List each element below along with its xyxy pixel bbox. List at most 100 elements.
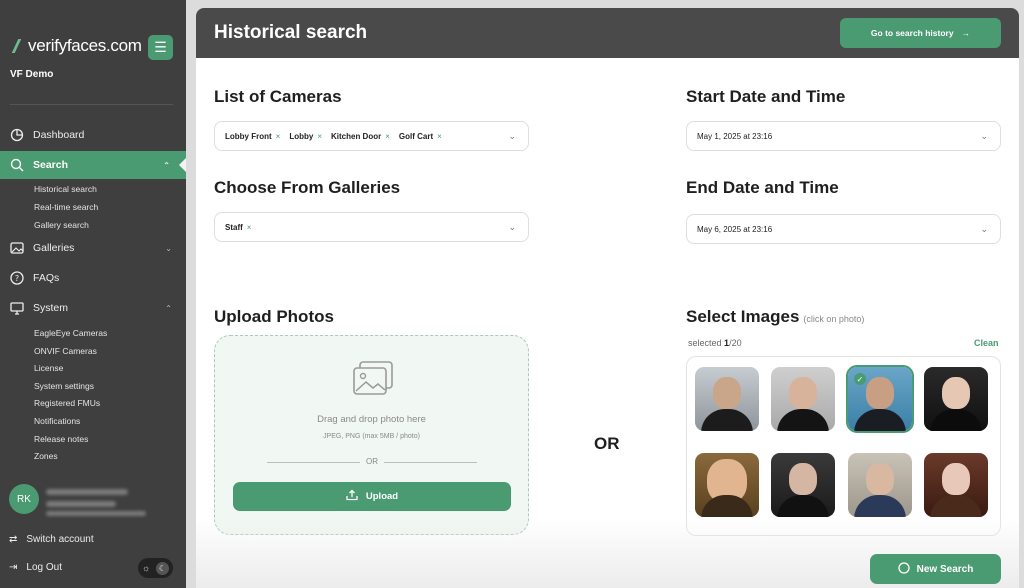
logout-label: Log Out: [26, 562, 62, 573]
chevron-down-icon: ⌄: [508, 222, 516, 232]
face-thumbnail[interactable]: [771, 367, 835, 431]
upload-icon: [346, 489, 358, 504]
sidebar-subitem-zones[interactable]: Zones: [34, 451, 58, 461]
upload-title: Upload Photos: [214, 307, 334, 326]
sidebar-subitem-notifications[interactable]: Notifications: [34, 416, 80, 426]
remove-chip-icon[interactable]: ×: [385, 132, 390, 141]
menu-toggle-button[interactable]: ☰: [148, 35, 173, 60]
moon-icon: ☾: [156, 561, 169, 575]
upload-button-label: Upload: [365, 491, 399, 502]
camera-chip: Lobby ×: [289, 132, 322, 141]
sidebar-subitem-gallery-search[interactable]: Gallery search: [34, 220, 89, 230]
or-divider: OR: [594, 434, 620, 453]
monitor-icon: [9, 300, 25, 316]
brand-logo[interactable]: verifyfaces.com: [10, 36, 142, 56]
or-separator: OR: [360, 457, 384, 466]
sidebar-subitem-eagleeye-cameras[interactable]: EagleEye Cameras: [34, 328, 107, 338]
sidebar-subitem-registered-fmus[interactable]: Registered FMUs: [34, 398, 100, 408]
end-date-value: May 6, 2025 at 23:16: [697, 224, 773, 234]
remove-chip-icon[interactable]: ×: [437, 132, 442, 141]
face-thumbnail[interactable]: [848, 453, 912, 517]
image-gallery: ✓: [686, 356, 1001, 536]
format-hint: JPEG, PNG (max 5MB / photo): [323, 433, 420, 440]
avatar: RK: [9, 484, 39, 514]
checkmark-icon: ✓: [854, 373, 866, 385]
remove-chip-icon[interactable]: ×: [276, 132, 281, 141]
sidebar-subitem-system-settings[interactable]: System settings: [34, 381, 94, 391]
arrow-right-icon: →: [961, 28, 971, 38]
main-panel: Historical search Go to search history →…: [196, 8, 1019, 588]
remove-chip-icon[interactable]: ×: [317, 132, 322, 141]
question-icon: ?: [9, 270, 25, 286]
sidebar-item-system[interactable]: System ⌃: [0, 294, 186, 322]
new-search-label: New Search: [916, 563, 974, 575]
selected-label: selected: [688, 338, 722, 348]
page-header: Historical search Go to search history →: [196, 8, 1019, 58]
start-date-picker[interactable]: May 1, 2025 at 23:16 ⌄: [686, 121, 1001, 151]
start-date-title: Start Date and Time: [686, 87, 846, 106]
select-images-hint: (click on photo): [803, 314, 865, 324]
hamburger-icon: ☰: [154, 39, 167, 55]
upload-button[interactable]: Upload: [233, 482, 511, 511]
select-images-label: Select Images: [686, 307, 800, 326]
swap-icon: ⇄: [9, 534, 18, 545]
chevron-up-icon: ⌃: [165, 303, 172, 313]
sidebar-item-faqs[interactable]: ? FAQs: [0, 264, 186, 292]
camera-chip: Kitchen Door ×: [331, 132, 390, 141]
face-thumbnail[interactable]: [924, 367, 988, 431]
svg-text:?: ?: [15, 274, 19, 283]
clean-selection-link[interactable]: Clean: [974, 338, 999, 348]
sidebar-subitem-historical-search[interactable]: Historical search: [34, 184, 97, 194]
new-search-button[interactable]: New Search: [870, 554, 1001, 584]
theme-toggle[interactable]: ☼ ☾: [138, 558, 173, 578]
sidebar-item-label: Galleries: [33, 242, 75, 254]
page-title: Historical search: [214, 22, 368, 43]
sidebar-item-label: Search: [33, 159, 69, 171]
face-thumbnail[interactable]: [924, 453, 988, 517]
chip-label: Kitchen Door: [331, 131, 382, 141]
sidebar-subitem-release-notes[interactable]: Release notes: [34, 434, 88, 444]
sidebar: verifyfaces.com ☰ VF Demo Dashboard Sear…: [0, 0, 186, 588]
logout-link[interactable]: ⇥ Log Out: [9, 562, 62, 573]
search-icon: [9, 157, 25, 173]
chip-label: Golf Cart: [398, 131, 434, 141]
galleries-title: Choose From Galleries: [214, 178, 401, 197]
sidebar-item-label: FAQs: [33, 272, 60, 284]
end-date-picker[interactable]: May 6, 2025 at 23:16 ⌄: [686, 214, 1001, 244]
search-icon: [897, 561, 910, 577]
gallery-chip: Staff ×: [225, 223, 251, 232]
search-history-button[interactable]: Go to search history →: [840, 18, 1001, 48]
galleries-select[interactable]: Staff × ⌄: [214, 212, 529, 242]
sidebar-subitem-license[interactable]: License: [34, 363, 63, 373]
cameras-select[interactable]: Lobby Front × Lobby × Kitchen Door × Golf C…: [214, 121, 529, 151]
selected-total: /20: [729, 338, 742, 348]
select-images-title: Select Images (click on photo): [686, 307, 864, 327]
sidebar-subitem-onvif-cameras[interactable]: ONVIF Cameras: [34, 346, 97, 356]
camera-chip: Lobby Front ×: [225, 132, 280, 141]
start-date-value: May 1, 2025 at 23:16: [697, 131, 773, 141]
upload-dropzone[interactable]: Drag and drop photo here JPEG, PNG (max …: [214, 335, 529, 535]
chip-label: Lobby Front: [225, 131, 272, 141]
user-profile[interactable]: RK: [9, 484, 39, 514]
face-thumbnail-selected[interactable]: ✓: [846, 365, 914, 433]
selected-counter: selected 1/20: [688, 338, 742, 348]
chevron-down-icon: ⌄: [980, 131, 988, 141]
sidebar-subitem-realtime-search[interactable]: Real-time search: [34, 202, 98, 212]
camera-chip: Golf Cart ×: [399, 132, 442, 141]
sidebar-item-search[interactable]: Search ⌃: [0, 151, 186, 179]
sidebar-item-dashboard[interactable]: Dashboard: [0, 121, 186, 149]
end-date-title: End Date and Time: [686, 178, 839, 197]
face-thumbnail[interactable]: [771, 453, 835, 517]
face-thumbnail[interactable]: [695, 453, 759, 517]
sidebar-item-galleries[interactable]: Galleries ⌄: [0, 234, 186, 262]
face-thumbnail[interactable]: [695, 367, 759, 431]
blurred-user-name: [46, 489, 128, 495]
sidebar-item-label: System: [33, 302, 69, 314]
chevron-down-icon: ⌄: [508, 131, 516, 141]
logo-mark-icon: [10, 39, 24, 53]
switch-account-link[interactable]: ⇄ Switch account: [9, 534, 94, 545]
sun-icon: ☼: [142, 563, 151, 573]
org-name: VF Demo: [10, 69, 54, 80]
chevron-up-icon: ⌃: [163, 160, 170, 170]
remove-chip-icon[interactable]: ×: [247, 223, 252, 232]
